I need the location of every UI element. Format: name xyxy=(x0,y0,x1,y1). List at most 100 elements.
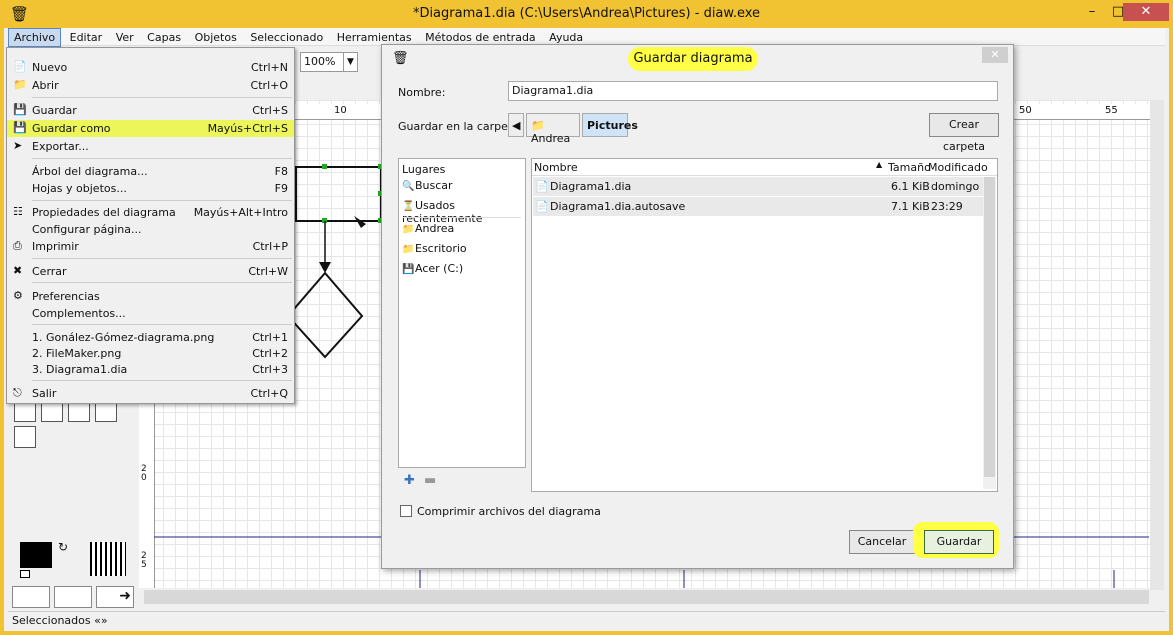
menu-item-nuevo[interactable]: 📄 Nuevo Ctrl+N xyxy=(7,59,294,76)
column-modified[interactable]: Modificado xyxy=(928,161,988,174)
swap-colors-icon[interactable]: ↻ xyxy=(58,540,68,554)
dia-app-icon: 🗑 xyxy=(392,51,409,66)
file-name-input[interactable]: Diagrama1.dia xyxy=(508,81,998,101)
file-size: 6.1 KiB xyxy=(891,180,930,193)
horizontal-scrollbar[interactable] xyxy=(144,590,1149,604)
save-dialog: 🗑 Guardar diagrama ✕ Nombre: Diagrama1.d… xyxy=(381,44,1014,569)
status-text: Seleccionados «» xyxy=(12,614,108,627)
breadcrumb-andrea[interactable]: 📁 Andrea xyxy=(526,113,580,145)
menu-seleccionado[interactable]: Seleccionado xyxy=(245,29,328,46)
file-icon: 📄 xyxy=(535,180,549,193)
files-header: Nombre ▲ Tamaño Modificado xyxy=(532,159,997,176)
menu-separator xyxy=(32,158,292,159)
new-file-icon: 📄 xyxy=(13,60,27,73)
menu-item-salir[interactable]: ⎋ Salir Ctrl+Q xyxy=(7,385,294,402)
file-row[interactable]: 📄 Diagrama1.dia 6.1 KiB domingo xyxy=(533,177,983,196)
files-scrollbar[interactable] xyxy=(983,177,996,489)
menu-item-imprimir[interactable]: ⎙ Imprimir Ctrl+P xyxy=(7,238,294,255)
place-escritorio[interactable]: 📁Escritorio xyxy=(402,242,467,255)
menu-objetos[interactable]: Objetos xyxy=(190,29,242,46)
place-andrea[interactable]: 📁Andrea xyxy=(402,222,454,235)
title-bar: 🗑 *Diagrama1.dia (C:\Users\Andrea\Pictur… xyxy=(4,0,1169,28)
menu-item-hojas[interactable]: Hojas y objetos... F9 xyxy=(7,180,294,197)
save-button[interactable]: Guardar xyxy=(924,530,994,554)
compress-checkbox[interactable] xyxy=(400,505,412,517)
menu-item-cerrar[interactable]: ✖ Cerrar Ctrl+W xyxy=(7,263,294,280)
sort-asc-icon: ▲ xyxy=(876,160,883,169)
menu-item-propiedades[interactable]: ☷ Propiedades del diagrama Mayús+Alt+Intro xyxy=(7,204,294,221)
menu-item-abrir[interactable]: 📁 Abrir Ctrl+O xyxy=(7,77,294,94)
folder-label: Guardar en la carpeta: xyxy=(398,120,523,133)
remove-place-icon[interactable]: ▬ xyxy=(424,473,436,488)
menu-separator xyxy=(32,380,292,381)
menu-separator xyxy=(32,282,292,283)
breadcrumb-pictures[interactable]: Pictures xyxy=(582,113,638,137)
line-end-style[interactable]: ➜ xyxy=(96,586,134,608)
menu-archivo[interactable]: Archivo xyxy=(8,28,62,47)
column-name[interactable]: Nombre xyxy=(534,161,578,174)
chevron-down-icon[interactable]: ▼ xyxy=(343,53,357,71)
place-buscar[interactable]: 🔍Buscar xyxy=(402,179,453,192)
menu-ver[interactable]: Ver xyxy=(111,29,139,46)
compress-label: Comprimir archivos del diagrama xyxy=(417,505,601,518)
close-x-icon: ✖ xyxy=(13,264,23,277)
menu-item-preferencias[interactable]: ⚙ Preferencias xyxy=(7,288,294,305)
file-icon: 📄 xyxy=(535,200,549,213)
name-label: Nombre: xyxy=(398,86,446,99)
dialog-close-button[interactable]: ✕ xyxy=(982,47,1008,63)
place-acer[interactable]: 💾Acer (C:) xyxy=(402,262,463,275)
quit-icon: ⎋ xyxy=(13,386,22,399)
menu-item-guardar[interactable]: 💾 Guardar Ctrl+S xyxy=(7,102,294,119)
zoom-select[interactable]: 100% ▼ xyxy=(300,52,358,72)
add-place-icon[interactable]: ✚ xyxy=(404,473,415,488)
ruler-label: 2 5 xyxy=(141,551,147,570)
foreground-color[interactable] xyxy=(20,542,52,568)
save-as-icon: 💾 xyxy=(13,121,27,134)
ruler-label: 10 xyxy=(334,105,347,116)
drive-icon: 💾 xyxy=(402,264,415,275)
tool-shape-e[interactable] xyxy=(14,426,36,448)
menu-item-complementos[interactable]: Complementos... xyxy=(7,305,294,322)
line-start-style[interactable] xyxy=(12,586,50,608)
menu-item-arbol[interactable]: Árbol del diagrama... F8 xyxy=(7,163,294,180)
close-window-button[interactable]: ✕ xyxy=(1123,3,1169,21)
menu-item-exportar[interactable]: ➤ Exportar... xyxy=(7,138,294,155)
line-width-icon[interactable] xyxy=(90,542,126,576)
open-folder-icon: 📁 xyxy=(13,78,27,91)
menu-item-configurar[interactable]: Configurar página... xyxy=(7,221,294,238)
places-divider xyxy=(403,217,521,218)
breadcrumb-label: Pictures xyxy=(587,119,638,132)
vertical-scrollbar[interactable] xyxy=(1150,100,1164,590)
column-size[interactable]: Tamaño xyxy=(888,161,931,174)
background-color[interactable] xyxy=(20,570,30,578)
cancel-button[interactable]: Cancelar xyxy=(849,530,915,554)
window-title: *Diagrama1.dia (C:\Users\Andrea\Pictures… xyxy=(412,6,761,21)
files-list: Nombre ▲ Tamaño Modificado 📄 Diagrama1.d… xyxy=(531,158,998,492)
status-bar: Seleccionados «» xyxy=(8,611,1165,629)
menu-item-recent-2[interactable]: 2. FileMaker.png Ctrl+2 xyxy=(7,345,294,362)
search-icon: 🔍 xyxy=(402,181,415,192)
menu-item-guardar-como[interactable]: 💾 Guardar como Mayús+Ctrl+S xyxy=(7,120,294,137)
tools-panel: ↻ ➜ xyxy=(8,400,138,610)
breadcrumb-back-button[interactable]: ◀ xyxy=(508,113,524,137)
file-name-value: Diagrama1.dia xyxy=(512,84,594,97)
menu-capas[interactable]: Capas xyxy=(142,29,186,46)
preferences-icon: ⚙ xyxy=(13,289,23,302)
place-label: Andrea xyxy=(415,222,455,235)
file-row[interactable]: 📄 Diagrama1.dia.autosave 7.1 KiB 23:29 xyxy=(533,197,983,216)
scroll-thumb[interactable] xyxy=(984,177,995,477)
file-modified: 23:29 xyxy=(931,200,963,213)
menu-editar[interactable]: Editar xyxy=(65,29,108,46)
file-name: Diagrama1.dia xyxy=(550,180,632,193)
place-label: Escritorio xyxy=(415,242,467,255)
print-icon: ⎙ xyxy=(13,239,22,252)
minimize-button[interactable]: – xyxy=(1079,3,1105,21)
ruler-label: 2 0 xyxy=(141,464,147,483)
menu-item-recent-1[interactable]: 1. Gonález-Gómez-diagrama.png Ctrl+1 xyxy=(7,329,294,346)
create-folder-button[interactable]: Crear carpeta xyxy=(929,113,999,153)
place-label: Buscar xyxy=(415,179,453,192)
ruler-label: 50 xyxy=(1019,105,1032,116)
line-style[interactable] xyxy=(54,586,92,608)
menu-item-recent-3[interactable]: 3. Diagrama1.dia Ctrl+3 xyxy=(7,361,294,378)
save-icon: 💾 xyxy=(13,103,27,116)
